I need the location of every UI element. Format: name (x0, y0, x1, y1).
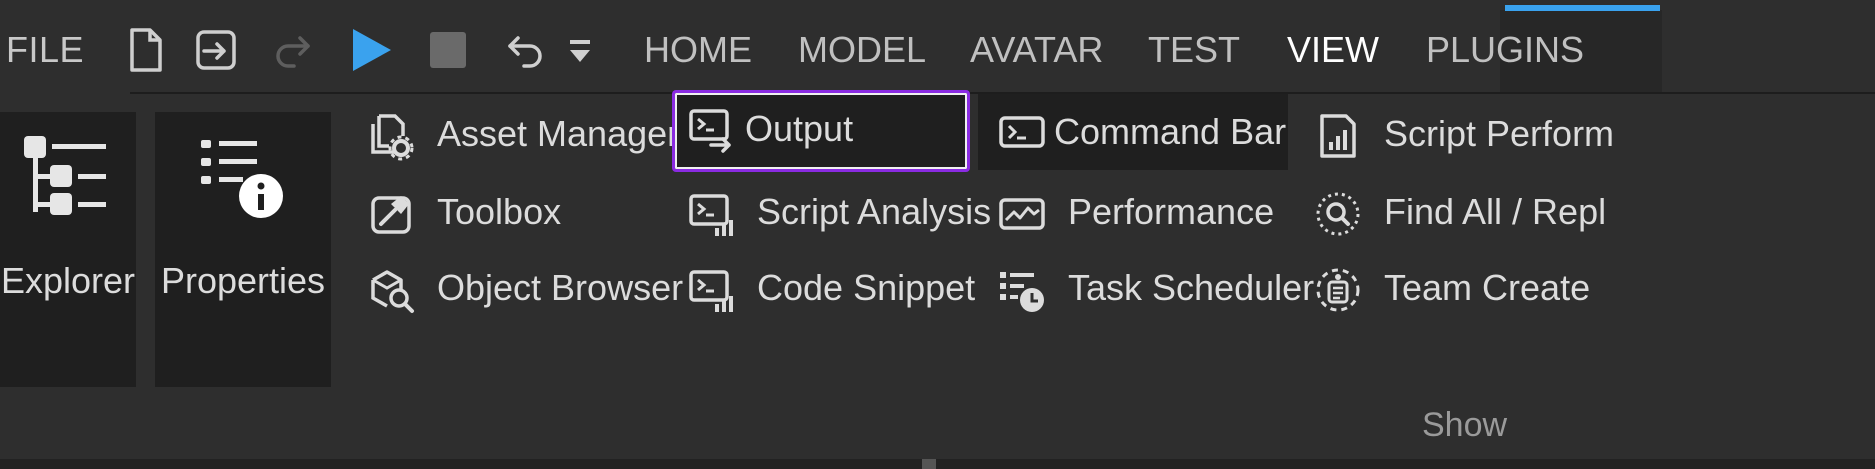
explorer-icon (20, 132, 110, 222)
import-icon[interactable] (190, 24, 242, 76)
top-menu-bar: FILE HOME MODEL AVATAR TEST VIEW PLUGINS (0, 0, 1875, 92)
object-browser-button[interactable]: Object Browser (365, 248, 683, 328)
explorer-button[interactable]: Explorer (0, 112, 136, 387)
script-analysis-button[interactable]: Script Analysis (685, 172, 991, 252)
object-browser-label: Object Browser (437, 267, 684, 308)
undo-icon[interactable] (498, 24, 550, 76)
script-performance-icon (1312, 110, 1364, 162)
tab-model[interactable]: MODEL (798, 28, 926, 72)
tab-avatar[interactable]: AVATAR (970, 28, 1103, 72)
script-analysis-icon (685, 188, 737, 240)
command-bar-button[interactable]: Command Bar (978, 94, 1288, 170)
team-create-label: Team Create (1384, 267, 1591, 308)
task-scheduler-icon (996, 264, 1048, 316)
properties-button[interactable]: Properties (155, 112, 331, 387)
performance-label: Performance (1068, 191, 1275, 232)
tab-test[interactable]: TEST (1148, 28, 1240, 72)
team-create-button[interactable]: Team Create (1312, 248, 1612, 328)
active-tab-indicator (1505, 5, 1660, 11)
asset-manager-icon (365, 110, 417, 162)
output-icon (685, 103, 737, 155)
find-all-icon (1312, 188, 1364, 240)
task-scheduler-button[interactable]: Task Scheduler (996, 248, 1314, 328)
tab-plugins[interactable]: PLUGINS (1426, 28, 1584, 72)
script-analysis-label: Script Analysis (757, 191, 992, 232)
explorer-label: Explorer (0, 260, 136, 301)
redo-icon[interactable] (268, 24, 320, 76)
toolbox-icon (365, 188, 417, 240)
output-button[interactable]: Output (672, 90, 970, 172)
command-bar-icon (996, 106, 1048, 158)
find-all-button[interactable]: Find All / Repl (1312, 172, 1612, 252)
output-label: Output (745, 108, 854, 149)
asset-manager-label: Asset Manager (437, 113, 680, 154)
stop-icon[interactable] (422, 24, 474, 76)
script-performance-button[interactable]: Script Perform (1312, 94, 1615, 174)
ribbon-group-label: Show (1422, 406, 1508, 444)
asset-manager-button[interactable]: Asset Manager (365, 94, 679, 174)
ribbon-view: Explorer Properties Asset Manager Toolbo… (0, 90, 1875, 459)
customize-dropdown-icon[interactable] (560, 24, 600, 76)
code-snippet-button[interactable]: Code Snippet (685, 248, 975, 328)
new-file-icon[interactable] (120, 24, 172, 76)
task-scheduler-label: Task Scheduler (1068, 267, 1315, 308)
performance-icon (996, 188, 1048, 240)
file-menu[interactable]: FILE (6, 28, 84, 72)
find-all-label: Find All / Repl (1384, 191, 1607, 232)
performance-button[interactable]: Performance (996, 172, 1286, 252)
toolbox-label: Toolbox (437, 191, 562, 232)
bottom-divider (0, 459, 1875, 469)
code-snippet-label: Code Snippet (757, 267, 976, 308)
toolbox-button[interactable]: Toolbox (365, 172, 655, 252)
script-performance-label: Script Perform (1384, 113, 1615, 154)
team-create-icon (1312, 264, 1364, 316)
properties-label: Properties (160, 260, 326, 301)
tab-home[interactable]: HOME (644, 28, 752, 72)
command-bar-label: Command Bar (1054, 111, 1287, 152)
object-browser-icon (365, 264, 417, 316)
splitter-handle[interactable] (922, 459, 936, 469)
play-icon[interactable] (345, 24, 397, 76)
code-snippet-icon (685, 264, 737, 316)
tab-view[interactable]: VIEW (1287, 28, 1379, 72)
properties-icon (199, 134, 289, 224)
